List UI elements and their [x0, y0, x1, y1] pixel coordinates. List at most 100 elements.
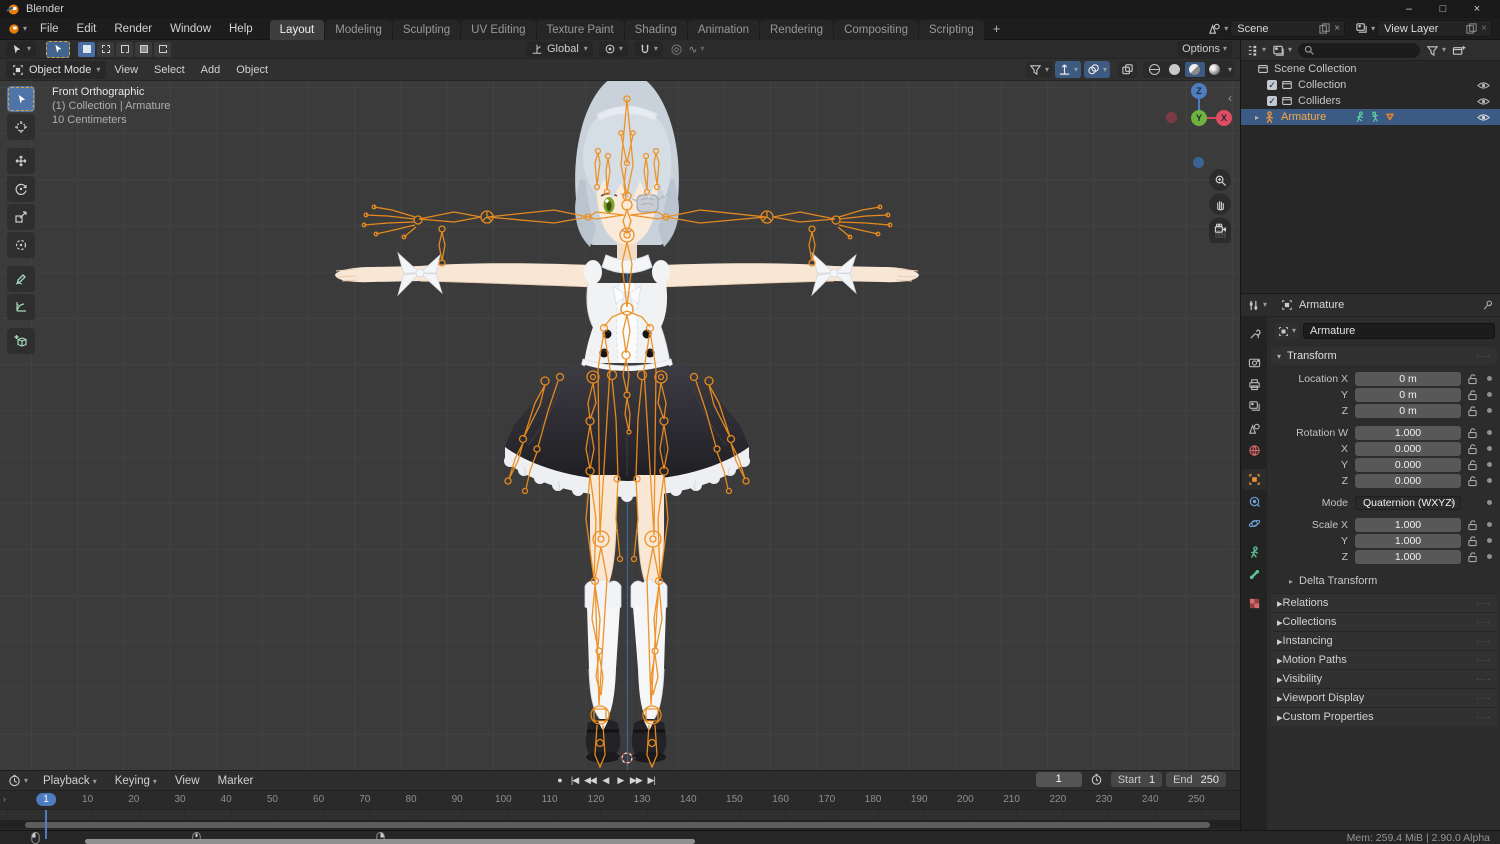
- pin-icon[interactable]: [1482, 299, 1494, 312]
- panel-header[interactable]: ▸ Custom Properties ····: [1271, 707, 1497, 726]
- menu-marker[interactable]: Marker: [209, 770, 263, 792]
- pan-button[interactable]: [1209, 193, 1231, 215]
- animate-dot[interactable]: [1487, 478, 1492, 483]
- cursor-tool[interactable]: [7, 114, 35, 140]
- value-field[interactable]: 1.000 ▾: [1355, 425, 1461, 440]
- workspace-tab[interactable]: Modeling: [325, 19, 392, 40]
- timeline-ruler[interactable]: 10 20 30 40 50 60 70 80 90 100 110 120 130 140 150 160 1…: [0, 791, 1240, 810]
- outliner-row-collection[interactable]: ✓ Collection: [1241, 77, 1500, 93]
- tab-render[interactable]: [1242, 352, 1266, 373]
- eye-icon[interactable]: [1477, 113, 1490, 122]
- tab-physics[interactable]: [1242, 513, 1266, 534]
- tab-bone[interactable]: [1242, 564, 1266, 585]
- tab-world[interactable]: [1242, 440, 1266, 461]
- tab-view-layer[interactable]: [1242, 396, 1266, 417]
- falloff-curve-icon[interactable]: ∿: [688, 43, 697, 56]
- animate-dot[interactable]: [1487, 522, 1492, 527]
- close-button[interactable]: ×: [1460, 0, 1494, 18]
- menu-view[interactable]: View: [166, 770, 209, 792]
- snap-toggle-group[interactable]: ▾: [633, 41, 663, 57]
- add-cube-tool[interactable]: [7, 328, 35, 354]
- add-workspace-button[interactable]: +: [985, 21, 1009, 36]
- axis-y-handle[interactable]: Y: [1191, 110, 1207, 126]
- value-field[interactable]: 1.000 ▾: [1355, 549, 1461, 564]
- object-visibility-dropdown[interactable]: ▾: [1025, 61, 1052, 78]
- animate-dot[interactable]: [1487, 462, 1492, 467]
- workspace-tab[interactable]: UV Editing: [461, 19, 536, 40]
- axis-x-handle[interactable]: X: [1216, 110, 1232, 126]
- workspace-tab[interactable]: Compositing: [834, 19, 918, 40]
- chevron-down-icon[interactable]: ▾: [1371, 24, 1375, 33]
- drag-handle[interactable]: ····: [1476, 637, 1491, 646]
- object-type-dropdown[interactable]: ▾: [1275, 323, 1300, 339]
- options-dropdown[interactable]: Options ▾: [1177, 41, 1232, 57]
- move-tool[interactable]: [7, 148, 35, 174]
- editor-type-icon[interactable]: [8, 774, 21, 787]
- chevron-down-icon[interactable]: ▾: [1224, 24, 1228, 33]
- lock-open-icon[interactable]: [1467, 519, 1478, 531]
- shading-rendered-button[interactable]: [1205, 62, 1225, 77]
- eye-icon[interactable]: [1477, 97, 1490, 106]
- proportional-editing-toggle[interactable]: ◎: [671, 41, 682, 57]
- chevron-down-icon[interactable]: ▾: [1262, 46, 1266, 54]
- animate-dot[interactable]: [1487, 430, 1492, 435]
- scene-name-field[interactable]: Scene ×: [1230, 20, 1346, 37]
- transform-tool[interactable]: [7, 232, 35, 258]
- drag-handle[interactable]: ····: [1476, 352, 1491, 361]
- value-field[interactable]: 1.000 ▾: [1355, 533, 1461, 548]
- playhead-line[interactable]: [45, 810, 47, 839]
- workspace-tab[interactable]: Sculpting: [392, 19, 461, 40]
- chevron-down-icon[interactable]: ▾: [1263, 301, 1267, 309]
- chevron-down-icon[interactable]: ▾: [1442, 46, 1446, 54]
- tab-object[interactable]: [1242, 469, 1266, 490]
- unlink-scene-icon[interactable]: ×: [1334, 23, 1340, 34]
- sidebar-toggle-icon[interactable]: ‹: [1228, 91, 1232, 105]
- lock-open-icon[interactable]: [1467, 459, 1478, 471]
- tab-tool[interactable]: [1242, 323, 1266, 344]
- lock-open-icon[interactable]: [1467, 443, 1478, 455]
- panel-header[interactable]: ▸ Relations ····: [1271, 593, 1497, 612]
- modifier-triangle-icon[interactable]: [1384, 111, 1396, 123]
- scrollbar-thumb[interactable]: [25, 821, 1210, 828]
- value-field[interactable]: 0.000 ▾: [1355, 441, 1461, 456]
- workspace-tab[interactable]: Texture Paint: [536, 19, 624, 40]
- menu-item[interactable]: Select: [146, 59, 193, 81]
- panel-header[interactable]: ▸ Instancing ····: [1271, 631, 1497, 650]
- lock-open-icon[interactable]: [1467, 475, 1478, 487]
- shading-material-preview-button[interactable]: [1184, 62, 1205, 77]
- menu-keying[interactable]: Keying ▾: [106, 770, 166, 792]
- menu-item[interactable]: Object: [228, 59, 276, 81]
- menu-item[interactable]: View: [106, 59, 146, 81]
- animate-dot[interactable]: [1487, 392, 1492, 397]
- drag-handle[interactable]: ····: [1476, 599, 1491, 608]
- viewport-3d[interactable]: Object Mode ▾ View Select Add Object ▾ ▾ ▾: [0, 59, 1240, 770]
- menu-item[interactable]: Help: [220, 18, 262, 40]
- transform-panel-header[interactable]: ▾ Transform ····: [1271, 347, 1497, 365]
- shading-wireframe-button[interactable]: [1145, 62, 1165, 77]
- zoom-button[interactable]: [1209, 169, 1231, 191]
- panel-header[interactable]: ▸ Collections ····: [1271, 612, 1497, 631]
- minimize-button[interactable]: –: [1392, 0, 1426, 18]
- outliner-search-input[interactable]: [1298, 42, 1421, 58]
- filter-icon[interactable]: [1426, 44, 1439, 57]
- delta-transform-subpanel[interactable]: ▸ Delta Transform: [1271, 573, 1497, 589]
- stopwatch-icon[interactable]: [1090, 773, 1103, 786]
- select-mode-intersect-button[interactable]: [154, 41, 172, 57]
- lock-open-icon[interactable]: [1467, 389, 1478, 401]
- editor-type-icon[interactable]: [1246, 44, 1259, 57]
- new-view-layer-icon[interactable]: [1466, 23, 1477, 34]
- menu-item[interactable]: Window: [161, 18, 220, 40]
- drag-handle[interactable]: ····: [1476, 713, 1491, 722]
- view-layer-name-field[interactable]: View Layer ×: [1377, 20, 1492, 37]
- object-name-input[interactable]: Armature: [1303, 323, 1495, 339]
- eye-icon[interactable]: [1477, 81, 1490, 90]
- start-frame-field[interactable]: Start 1: [1110, 772, 1163, 787]
- workspace-tab[interactable]: Scripting: [919, 19, 984, 40]
- scale-tool[interactable]: [7, 204, 35, 230]
- drag-handle[interactable]: ····: [1476, 618, 1491, 627]
- lock-open-icon[interactable]: [1467, 551, 1478, 563]
- lock-open-icon[interactable]: [1467, 405, 1478, 417]
- outliner-row-colliders[interactable]: ✓ Colliders: [1241, 93, 1500, 109]
- menu-item[interactable]: Render: [105, 18, 161, 40]
- lock-open-icon[interactable]: [1467, 427, 1478, 439]
